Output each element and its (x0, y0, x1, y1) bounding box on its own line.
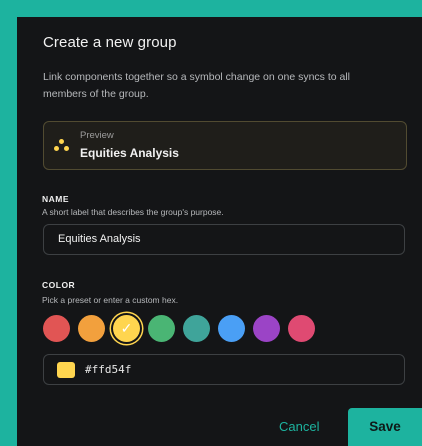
save-button[interactable]: Save (348, 408, 422, 446)
name-input[interactable] (58, 233, 378, 245)
cancel-button[interactable]: Cancel (279, 419, 319, 434)
name-label: NAME (42, 194, 70, 204)
preview-label: Preview (80, 130, 114, 141)
group-preview-card: Preview Equities Analysis (43, 121, 407, 170)
name-field[interactable] (43, 224, 405, 255)
color-preview-chip (57, 362, 75, 378)
hex-input[interactable] (85, 363, 385, 376)
color-label: COLOR (42, 280, 76, 290)
hex-field[interactable] (43, 354, 405, 385)
color-swatch[interactable] (78, 315, 105, 342)
color-hint: Pick a preset or enter a custom hex. (42, 295, 179, 305)
color-swatch[interactable] (43, 315, 70, 342)
name-hint: A short label that describes the group's… (42, 207, 224, 217)
color-swatch[interactable]: ✓ (113, 315, 140, 342)
dialog-title: Create a new group (43, 34, 177, 51)
three-dots-cluster-icon (54, 139, 70, 153)
create-group-dialog: Create a new group Link components toget… (17, 17, 422, 446)
color-swatch[interactable] (253, 315, 280, 342)
preview-group-name: Equities Analysis (80, 146, 179, 160)
color-swatch[interactable] (148, 315, 175, 342)
checkmark-icon: ✓ (120, 320, 133, 336)
dialog-description: Link components together so a symbol cha… (43, 71, 351, 100)
color-swatch[interactable] (288, 315, 315, 342)
color-swatch[interactable] (218, 315, 245, 342)
window-frame: Create a new group Link components toget… (0, 0, 422, 446)
color-swatch[interactable] (183, 315, 210, 342)
